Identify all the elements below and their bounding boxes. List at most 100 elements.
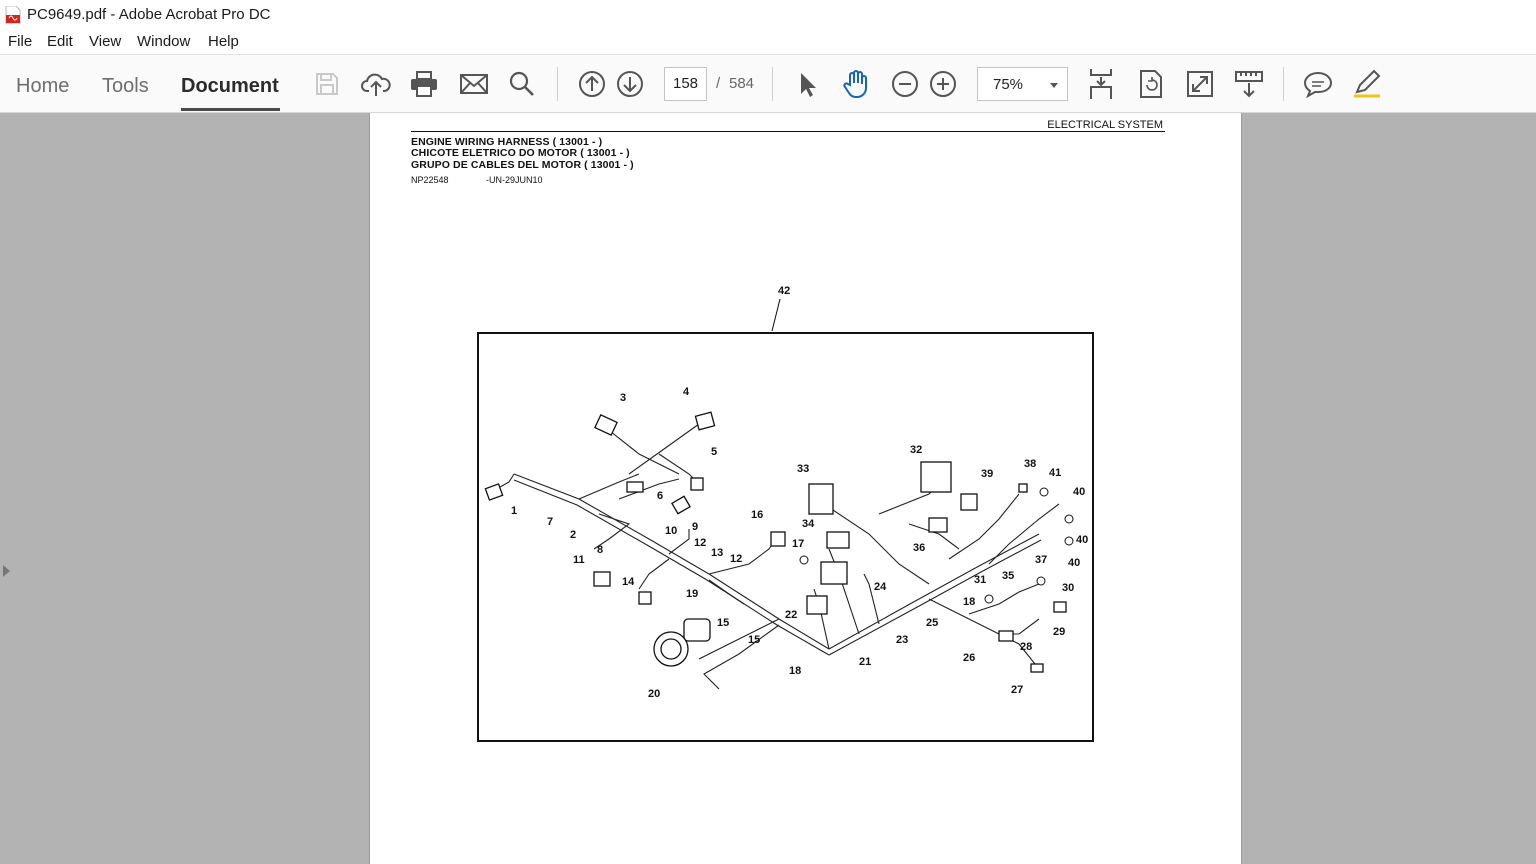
callout-40b: 40 [1076,534,1088,546]
print-button[interactable] [408,68,440,100]
callout-9: 9 [692,521,698,533]
speech-bubble-icon [1303,71,1333,98]
callout-15b: 15 [748,634,760,646]
callout-26: 26 [963,652,975,664]
harness-drawing: 1 2 3 4 5 6 7 8 9 10 11 12 12 13 14 15 1 [484,386,1088,700]
chevron-down-icon [1050,83,1058,88]
callout-40c: 40 [1068,557,1080,569]
select-tool-button[interactable] [791,68,823,100]
callout-32: 32 [910,444,922,456]
callout-4: 4 [683,386,690,398]
callout-42: 42 [778,285,791,297]
zoom-in-button[interactable] [927,68,959,100]
previous-page-button[interactable] [576,68,608,100]
callout-21: 21 [859,656,871,668]
page-number-input[interactable]: 158 [664,67,707,101]
window-title: PC9649.pdf - Adobe Acrobat Pro DC [27,6,271,23]
callout-23: 23 [896,634,908,646]
callout-10: 10 [665,525,677,537]
next-page-button[interactable] [614,68,646,100]
callout-12: 12 [694,537,706,549]
callout-33: 33 [797,463,809,475]
callout-40: 40 [1073,486,1085,498]
full-screen-button[interactable] [1184,68,1216,100]
tab-home[interactable]: Home [16,75,69,98]
wiring-harness-diagram: 1 2 3 4 5 6 7 8 9 10 11 12 12 13 14 15 1 [477,332,1094,742]
arrow-up-circle-icon [579,71,605,97]
cloud-upload-icon [361,73,391,96]
callout-leader [771,298,781,332]
document-viewport[interactable]: ELECTRICAL SYSTEM ENGINE WIRING HARNESS … [0,113,1536,864]
callout-18: 18 [789,665,801,677]
tab-tools[interactable]: Tools [102,75,149,98]
callout-3: 3 [620,392,626,404]
callout-6: 6 [657,490,663,502]
rotate-page-button[interactable] [1135,68,1167,100]
callout-38: 38 [1024,458,1036,470]
save-icon [316,73,338,95]
callout-8: 8 [597,544,603,556]
menu-edit[interactable]: Edit [47,33,73,50]
active-tab-indicator [181,108,280,111]
tab-document[interactable]: Document [181,75,279,98]
figure-id: NP22548 [411,175,449,185]
callout-2: 2 [570,529,576,541]
menu-file[interactable]: File [8,33,32,50]
toolbar-separator [557,67,558,101]
callout-18b: 18 [963,596,975,608]
callout-25: 25 [926,617,938,629]
zoom-value: 75% [993,76,1024,93]
pdf-file-icon [5,6,21,24]
toolbar-separator [772,67,773,101]
callout-35: 35 [1002,570,1014,582]
callout-5: 5 [711,446,717,458]
callout-22: 22 [785,609,797,621]
callout-39: 39 [981,468,993,480]
save-button[interactable] [311,68,343,100]
hand-tool-button[interactable] [840,68,872,100]
upload-cloud-button[interactable] [360,68,392,100]
comment-button[interactable] [1302,68,1334,100]
doc-title-es: GRUPO DE CABLES DEL MOTOR ( 13001 - ) [411,159,634,171]
menu-bar: File Edit View Window Help [0,30,1536,54]
callout-41: 41 [1049,467,1061,479]
callout-20: 20 [648,688,660,700]
callout-29: 29 [1053,626,1065,638]
page-separator: / [716,75,721,92]
page-scroll-icon [1090,69,1112,99]
expand-icon [1187,71,1213,97]
header-rule [411,131,1165,132]
callout-34: 34 [802,518,815,530]
callout-19: 19 [686,588,698,600]
minus-circle-icon [892,71,918,97]
ruler-down-icon [1235,71,1263,98]
callout-31: 31 [974,574,986,586]
figure-code: -UN-29JUN10 [486,175,543,185]
callout-30: 30 [1062,582,1074,594]
callout-37: 37 [1035,554,1047,566]
menu-view[interactable]: View [89,33,121,50]
search-icon [509,71,534,96]
zoom-select[interactable]: 75% [977,67,1068,101]
chevron-right-icon[interactable] [3,565,10,577]
email-button[interactable] [458,68,490,100]
callout-14: 14 [622,576,635,588]
zoom-out-button[interactable] [889,68,921,100]
hand-icon [843,70,867,99]
menu-help[interactable]: Help [208,33,239,50]
printer-icon [411,71,437,97]
callout-16: 16 [751,509,763,521]
menu-window[interactable]: Window [137,33,190,50]
page-total: 584 [729,75,755,92]
highlight-button[interactable] [1351,68,1383,100]
pen-icon [1354,69,1381,98]
callout-1: 1 [511,505,517,517]
envelope-icon [460,74,488,94]
scrolling-mode-button[interactable] [1085,68,1117,100]
read-mode-button[interactable] [1233,68,1265,100]
arrow-down-circle-icon [617,71,643,97]
callout-13: 13 [711,547,723,559]
callout-17: 17 [792,538,804,550]
search-button[interactable] [506,68,538,100]
plus-circle-icon [930,71,956,97]
